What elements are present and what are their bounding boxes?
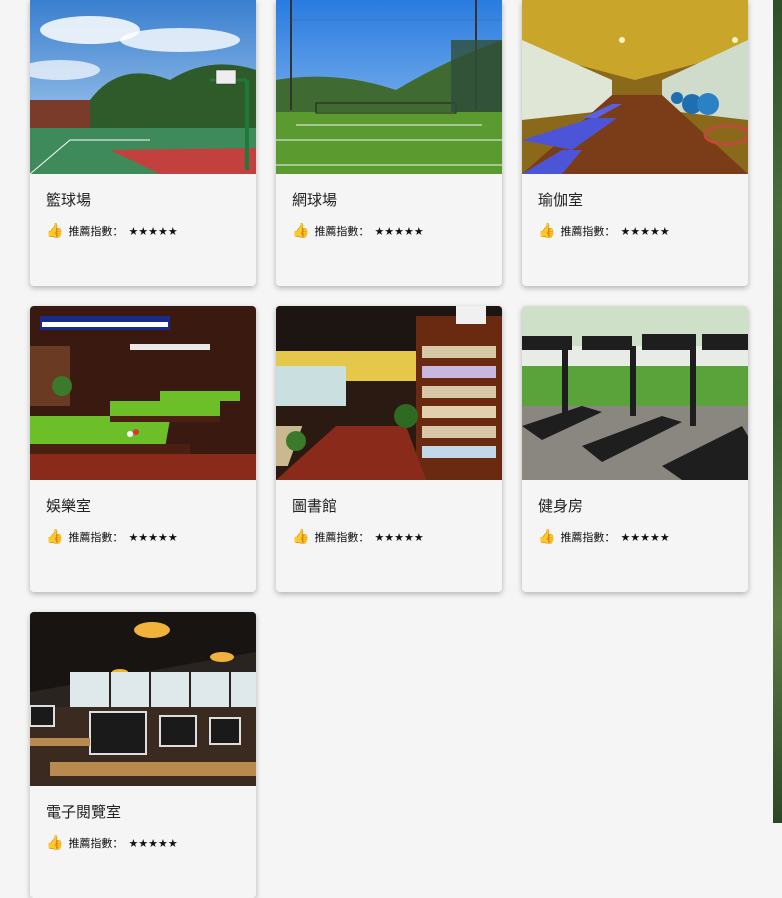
facility-card-tennis[interactable]: 網球場 👍 推薦指數： ★★★★★	[276, 0, 502, 286]
rating-label: 推薦指數：	[560, 225, 616, 238]
facility-card-yoga[interactable]: 瑜伽室 👍 推薦指數： ★★★★★	[522, 0, 748, 286]
tennis-court-image	[276, 0, 502, 174]
background-image-edge	[773, 0, 782, 823]
rating-label: 推薦指數：	[68, 225, 124, 238]
facility-card-library[interactable]: 圖書館 👍 推薦指數： ★★★★★	[276, 306, 502, 592]
rating-stars: ★★★★★	[374, 530, 424, 544]
computer-room-image	[30, 612, 256, 786]
thumbs-up-icon: 👍	[46, 529, 64, 545]
thumbs-up-icon: 👍	[538, 223, 556, 239]
rating-label: 推薦指數：	[314, 225, 370, 238]
facility-title: 網球場	[292, 191, 338, 209]
rating-label: 推薦指數：	[68, 531, 124, 544]
thumbs-up-icon: 👍	[46, 223, 64, 239]
rating-stars: ★★★★★	[620, 224, 670, 238]
rating-row: 👍 推薦指數： ★★★★★	[538, 223, 748, 239]
library-image	[276, 306, 502, 480]
rating-stars: ★★★★★	[374, 224, 424, 238]
rating-row: 👍 推薦指數： ★★★★★	[292, 223, 502, 239]
facility-title: 電子閱覽室	[46, 803, 122, 821]
facility-title: 健身房	[538, 497, 584, 515]
facility-card-gym[interactable]: 健身房 👍 推薦指數： ★★★★★	[522, 306, 748, 592]
rating-label: 推薦指數：	[314, 531, 370, 544]
thumbs-up-icon: 👍	[292, 223, 310, 239]
rating-row: 👍 推薦指數： ★★★★★	[46, 529, 256, 545]
yoga-room-image	[522, 0, 748, 174]
facility-title: 娛樂室	[46, 497, 92, 515]
thumbs-up-icon: 👍	[292, 529, 310, 545]
facility-title: 籃球場	[46, 191, 92, 209]
facility-grid: 籃球場 👍 推薦指數： ★★★★★ 網球場 👍 推薦指數： ★★★★★ 瑜伽室 …	[30, 0, 748, 898]
rating-stars: ★★★★★	[128, 224, 178, 238]
rating-stars: ★★★★★	[620, 530, 670, 544]
facility-card-entertainment[interactable]: 娛樂室 👍 推薦指數： ★★★★★	[30, 306, 256, 592]
facility-title: 瑜伽室	[538, 191, 584, 209]
facility-card-e-reading-room[interactable]: 電子閱覽室 👍 推薦指數： ★★★★★	[30, 612, 256, 898]
rating-stars: ★★★★★	[128, 530, 178, 544]
billiards-room-image	[30, 306, 256, 480]
rating-label: 推薦指數：	[68, 837, 124, 850]
rating-row: 👍 推薦指數： ★★★★★	[46, 223, 256, 239]
thumbs-up-icon: 👍	[538, 529, 556, 545]
thumbs-up-icon: 👍	[46, 835, 64, 851]
gym-image	[522, 306, 748, 480]
facility-card-basketball[interactable]: 籃球場 👍 推薦指數： ★★★★★	[30, 0, 256, 286]
facility-title: 圖書館	[292, 497, 338, 515]
rating-row: 👍 推薦指數： ★★★★★	[292, 529, 502, 545]
rating-stars: ★★★★★	[128, 836, 178, 850]
rating-row: 👍 推薦指數： ★★★★★	[46, 835, 256, 851]
rating-row: 👍 推薦指數： ★★★★★	[538, 529, 748, 545]
rating-label: 推薦指數：	[560, 531, 616, 544]
basketball-court-image	[30, 0, 256, 174]
